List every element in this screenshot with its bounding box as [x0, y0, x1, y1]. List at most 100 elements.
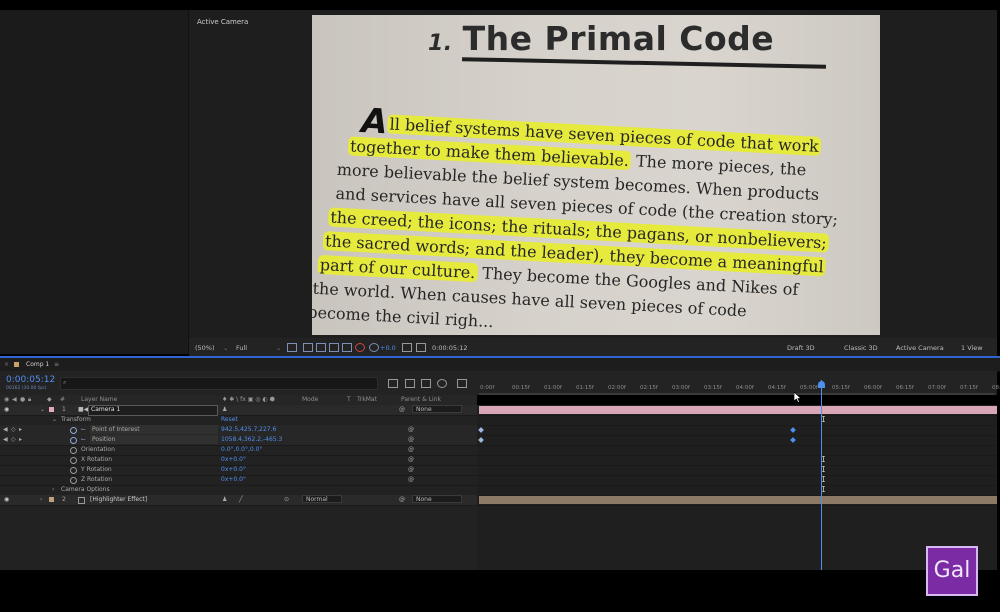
- expression-pickwhip-icon[interactable]: @: [408, 476, 414, 483]
- camera-layer-bar[interactable]: [479, 406, 997, 414]
- expression-pickwhip-icon[interactable]: @: [408, 456, 414, 463]
- 3d-layer-switch-icon[interactable]: ⊙: [284, 496, 289, 503]
- layer-label-color[interactable]: [49, 407, 54, 412]
- property-value[interactable]: 1058.4,362.2,-465.3: [221, 436, 282, 443]
- playhead-line[interactable]: [820, 380, 822, 570]
- transform-reset-link[interactable]: Reset: [221, 416, 238, 423]
- expression-pickwhip-icon[interactable]: @: [408, 446, 414, 453]
- shy-switch-icon[interactable]: ♟: [222, 406, 227, 413]
- viewer-timecode[interactable]: 0:00:05:12: [432, 344, 468, 352]
- property-value[interactable]: 0.0°,0.0°,0.0°: [221, 446, 262, 453]
- exposure-value[interactable]: +0.0: [380, 344, 396, 352]
- keyframe-icon[interactable]: ◇: [11, 436, 16, 443]
- ruler-tick-label: 08:0: [992, 385, 1000, 391]
- motion-blur-icon[interactable]: [437, 379, 447, 388]
- next-keyframe-icon[interactable]: ▸: [19, 426, 22, 433]
- camera-snapshot-icon[interactable]: [402, 343, 412, 352]
- timeline-tracks[interactable]: I I I I I: [477, 405, 997, 570]
- layer-label-color[interactable]: [49, 497, 54, 502]
- stopwatch-icon[interactable]: [70, 467, 77, 474]
- zoom-dropdown[interactable]: (50%): [195, 344, 215, 352]
- highlighter-layer-bar[interactable]: [479, 496, 997, 504]
- parent-dropdown[interactable]: None: [412, 405, 462, 413]
- ruler-tick-label: 05:15f: [832, 385, 850, 391]
- current-timecode[interactable]: 0:00:05:12: [6, 375, 55, 385]
- keyframe-marker[interactable]: [790, 427, 796, 433]
- prev-keyframe-icon[interactable]: ◀: [3, 436, 8, 443]
- keyframe-marker[interactable]: [478, 427, 484, 433]
- chevron-down-icon[interactable]: ⌄: [52, 416, 57, 423]
- visibility-eye-icon[interactable]: ◉: [4, 406, 9, 413]
- quality-switch-icon[interactable]: ╱: [239, 496, 243, 503]
- pick-whip-icon[interactable]: @: [399, 406, 405, 413]
- graph-editor-icon[interactable]: [457, 379, 467, 388]
- next-keyframe-icon[interactable]: ▸: [19, 436, 22, 443]
- transparency-grid-icon[interactable]: [303, 343, 313, 352]
- keyframe-marker[interactable]: [478, 437, 484, 443]
- timeline-tab-bar: × Comp 1 ≡: [0, 358, 1000, 372]
- chevron-down-icon: ⌄: [223, 344, 229, 352]
- trkmat-column-header: TrkMat: [357, 396, 377, 403]
- stopwatch-icon[interactable]: [70, 447, 77, 454]
- property-name: Z Rotation: [81, 476, 113, 483]
- layer-row-highlighter[interactable]: ◉ › 2 [Highlighter Effect] ♟ ╱ ⊙ Normal …: [0, 495, 477, 506]
- layer-name[interactable]: [Highlighter Effect]: [90, 496, 147, 503]
- stopwatch-icon[interactable]: [70, 427, 77, 434]
- close-icon[interactable]: ×: [4, 361, 9, 368]
- ruler-tick-label: 07:00f: [928, 385, 946, 391]
- draft-3d-toggle[interactable]: Draft 3D: [787, 344, 815, 352]
- snapshot-icon[interactable]: [342, 343, 352, 352]
- expression-pickwhip-icon[interactable]: @: [408, 466, 414, 473]
- stopwatch-icon[interactable]: [70, 457, 77, 464]
- lock-icon: 🔒︎: [28, 396, 32, 403]
- expression-pickwhip-icon[interactable]: @: [408, 426, 414, 433]
- stopwatch-icon[interactable]: [70, 477, 77, 484]
- parent-column-header: Parent & Link: [401, 396, 441, 403]
- draft-3d-icon[interactable]: [405, 379, 415, 388]
- book-page-image: 1. The Primal Code All belief systems hav…: [312, 15, 880, 335]
- timeline-header: 0:00:05:12 00162 (30.00 fps) ⌕: [0, 371, 477, 395]
- property-value[interactable]: 0x+0.0°: [221, 476, 246, 483]
- expression-pickwhip-icon[interactable]: @: [408, 436, 414, 443]
- property-value[interactable]: 0x+0.0°: [221, 466, 246, 473]
- frame-blending-icon[interactable]: [421, 379, 431, 388]
- blend-mode-dropdown[interactable]: Normal: [302, 495, 342, 503]
- ruler-tick-label: 01:00f: [544, 385, 562, 391]
- property-value[interactable]: 942.5,425.7,227.6: [221, 426, 276, 433]
- chevron-down-icon[interactable]: ⌄: [40, 406, 45, 413]
- keyframe-icon[interactable]: ◇: [11, 426, 16, 433]
- mask-visibility-icon[interactable]: [316, 343, 326, 352]
- property-name: Position: [92, 436, 116, 443]
- camera-view-dropdown[interactable]: Active Camera: [896, 344, 944, 352]
- tab-comp-1[interactable]: Comp 1: [26, 361, 49, 368]
- time-ruler[interactable]: 0:00f 00:15f 01:00f 01:15f 02:00f 02:15f 03:00…: [477, 371, 1000, 395]
- color-channels-icon[interactable]: [355, 343, 365, 352]
- exposure-icon[interactable]: [369, 343, 379, 352]
- visibility-eye-icon[interactable]: ◉: [4, 496, 9, 503]
- show-snapshot-icon[interactable]: [416, 343, 426, 352]
- graph-icon[interactable]: ⌙: [81, 426, 86, 433]
- viewer-camera-label: Active Camera: [197, 18, 249, 26]
- composition-mini-flowchart-icon[interactable]: [388, 379, 398, 388]
- layer-search-input[interactable]: ⌕: [60, 377, 378, 390]
- resolution-dropdown[interactable]: Full: [236, 344, 247, 352]
- layer-name-column-header[interactable]: Layer Name: [81, 396, 117, 403]
- keyframe-marker[interactable]: [790, 437, 796, 443]
- view-layout-dropdown[interactable]: 1 View: [961, 344, 983, 352]
- playhead-handle[interactable]: [817, 381, 825, 388]
- graph-icon[interactable]: ⌙: [81, 436, 86, 443]
- property-value[interactable]: 0x+0.0°: [221, 456, 246, 463]
- chevron-right-icon[interactable]: ›: [52, 486, 54, 493]
- pick-whip-icon[interactable]: @: [399, 496, 405, 503]
- frame-info: 00162 (30.00 fps): [6, 386, 47, 391]
- work-area-bar[interactable]: [479, 393, 995, 395]
- stopwatch-icon[interactable]: [70, 437, 77, 444]
- prev-keyframe-icon[interactable]: ◀: [3, 426, 8, 433]
- menu-icon[interactable]: ≡: [54, 361, 59, 368]
- parent-dropdown[interactable]: None: [412, 495, 462, 503]
- guides-icon[interactable]: [329, 343, 339, 352]
- renderer-dropdown[interactable]: Classic 3D: [844, 344, 878, 352]
- shy-switch-icon[interactable]: ♟: [222, 496, 227, 503]
- chevron-right-icon[interactable]: ›: [40, 496, 42, 503]
- region-of-interest-icon[interactable]: [287, 343, 297, 352]
